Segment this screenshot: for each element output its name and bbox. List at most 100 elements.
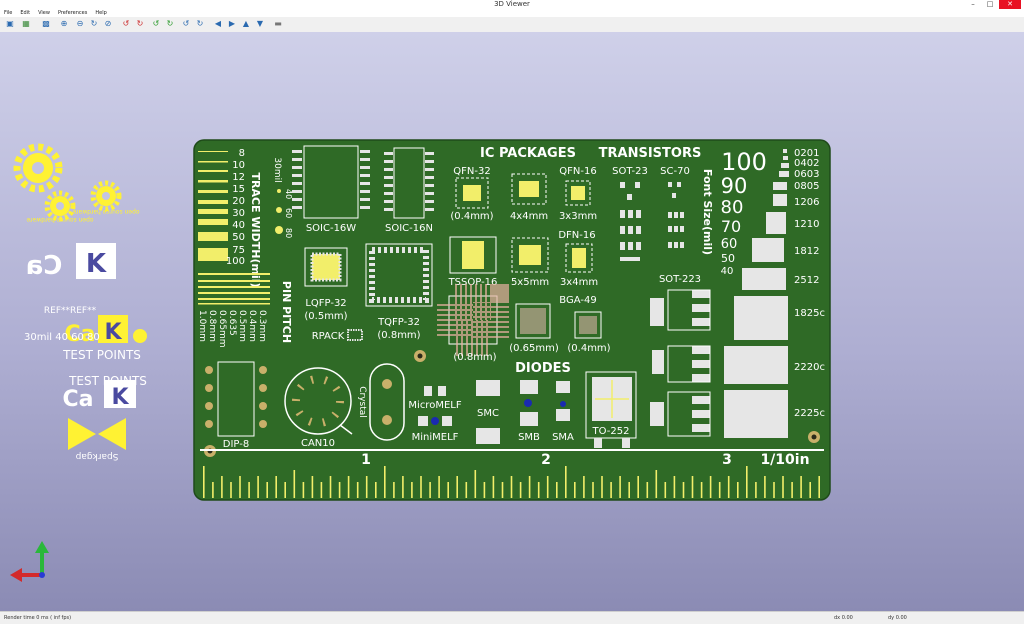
- zoom-in-icon[interactable]: ⊕: [59, 19, 69, 29]
- qfn-16-size: 3x3mm: [559, 211, 597, 222]
- ref-text: REF**REF**: [44, 306, 97, 316]
- ruler-tick: [727, 476, 730, 498]
- sot-223-label: SOT-223: [659, 274, 701, 285]
- ruler-tick: [483, 482, 486, 498]
- zoom-fit-icon[interactable]: ⊘: [103, 19, 113, 29]
- ruler-tick: [619, 476, 621, 498]
- ruler-tick: [465, 482, 468, 498]
- svg-text:0.3mm: 0.3mm: [257, 310, 267, 342]
- ruler-tick: [275, 476, 277, 498]
- zoom-redraw-icon[interactable]: ↻: [89, 19, 99, 29]
- svg-text:75: 75: [232, 245, 245, 256]
- ruler-tick: [691, 476, 694, 498]
- pan-up-icon[interactable]: ▲: [241, 19, 251, 29]
- kicad-logo-mirrored: K Ca: [26, 243, 116, 281]
- 3d-viewport[interactable]: open source hardware open source hardwar…: [0, 32, 1024, 611]
- ortho-icon[interactable]: ▬: [273, 19, 283, 29]
- ic-packages-title: IC PACKAGES: [480, 146, 576, 161]
- ruler-tick: [809, 482, 811, 498]
- ruler-tick: [266, 482, 268, 498]
- pan-left-icon[interactable]: ◀: [213, 19, 223, 29]
- font-size-title: Font Size(mil): [701, 169, 714, 255]
- ruler-tick: [284, 482, 286, 498]
- ruler-tick: [682, 482, 685, 498]
- test-points-label-1: TEST POINTS: [62, 348, 141, 362]
- ruler-tick: [203, 466, 205, 498]
- qfn-32-label: QFN-32: [453, 166, 490, 177]
- axis-gizmo: [10, 541, 49, 582]
- svg-text:80: 80: [721, 197, 744, 218]
- micromelf-label: MicroMELF: [408, 400, 461, 411]
- crystal-label: Crystal: [357, 386, 367, 418]
- bga-pitch-1: (0.8mm): [453, 352, 496, 363]
- lqfp-32-pitch: (0.5mm): [304, 311, 347, 322]
- close-button[interactable]: ✕: [999, 0, 1021, 9]
- ruler-tick: [447, 482, 449, 498]
- bga-pitch-3: (0.4mm): [567, 343, 610, 354]
- ruler-tick: [338, 482, 341, 498]
- can10-label: CAN10: [301, 438, 335, 449]
- ruler-tick: [384, 466, 386, 498]
- menu-preferences[interactable]: Preferences: [54, 9, 91, 17]
- smc-label: SMC: [477, 408, 499, 419]
- ruler-tick: [800, 476, 802, 498]
- qfn-32-pitch: (0.4mm): [450, 211, 493, 222]
- sparkgap-text: Sparkgap: [75, 451, 118, 461]
- ruler-tick: [438, 476, 440, 498]
- svg-text:2220c: 2220c: [794, 362, 825, 373]
- copy-icon[interactable]: ▦: [21, 19, 31, 29]
- maximize-button[interactable]: □: [983, 0, 997, 9]
- reload-icon[interactable]: ▣: [5, 19, 15, 29]
- ruler-tick: [474, 470, 477, 498]
- ruler-tick: [709, 476, 712, 498]
- svg-text:20: 20: [232, 196, 245, 207]
- ruler-tick: [628, 482, 630, 498]
- ruler-tick: [239, 476, 241, 498]
- ruler-tick: [248, 482, 250, 498]
- rotate-y-ccw-icon[interactable]: ↺: [151, 19, 161, 29]
- ruler-tick: [791, 482, 793, 498]
- ruler-tick: [230, 482, 232, 498]
- to-252-label: TO-252: [592, 426, 630, 437]
- rotate-z-ccw-icon[interactable]: ↺: [181, 19, 191, 29]
- pan-right-icon[interactable]: ▶: [227, 19, 237, 29]
- ruler-tick: [592, 482, 594, 498]
- pan-down-icon[interactable]: ▼: [255, 19, 265, 29]
- rotate-x-ccw-icon[interactable]: ↺: [121, 19, 131, 29]
- rotate-y-cw-icon[interactable]: ↻: [165, 19, 175, 29]
- svg-text:40: 40: [721, 266, 734, 277]
- rotate-z-cw-icon[interactable]: ↻: [195, 19, 205, 29]
- svg-text:8: 8: [239, 148, 245, 159]
- ruler-tick: [537, 482, 540, 498]
- svg-text:0.65mm: 0.65mm: [217, 310, 227, 348]
- rotate-x-cw-icon[interactable]: ↻: [135, 19, 145, 29]
- viewport-scene: open source hardware open source hardwar…: [10, 139, 831, 582]
- dfn-16-size: 3x4mm: [560, 277, 598, 288]
- tqfp-32-footprint: [365, 243, 433, 307]
- svg-text:80: 80: [284, 228, 293, 238]
- svg-text:0.635: 0.635: [227, 310, 237, 336]
- soic-16n-label: SOIC-16N: [385, 223, 433, 234]
- minimize-button[interactable]: –: [966, 0, 980, 9]
- menu-file[interactable]: File: [0, 9, 16, 17]
- menu-help[interactable]: Help: [91, 9, 110, 17]
- sparkgap-icon: [68, 418, 126, 450]
- ruler-tick: [311, 476, 314, 498]
- mil-label: 30mil: [272, 157, 282, 182]
- size-5x5-label: 5x5mm: [511, 277, 549, 288]
- svg-text:0.8mm: 0.8mm: [207, 310, 217, 342]
- via-size-values: 40 60 80: [284, 189, 293, 238]
- menu-edit[interactable]: Edit: [16, 9, 34, 17]
- ruler-tick: [411, 482, 413, 498]
- ruler-tick: [646, 482, 649, 498]
- diodes-title: DIODES: [515, 361, 571, 376]
- sma-label: SMA: [552, 432, 574, 443]
- menu-view[interactable]: View: [34, 9, 54, 17]
- ruler-tick: [221, 476, 223, 498]
- svg-text:40: 40: [284, 189, 293, 199]
- ruler-tick: [637, 476, 639, 498]
- dfn-16-label: DFN-16: [558, 230, 595, 241]
- zoom-out-icon[interactable]: ⊖: [75, 19, 85, 29]
- render-icon[interactable]: ▩: [41, 19, 51, 29]
- ruler-tick: [302, 482, 305, 498]
